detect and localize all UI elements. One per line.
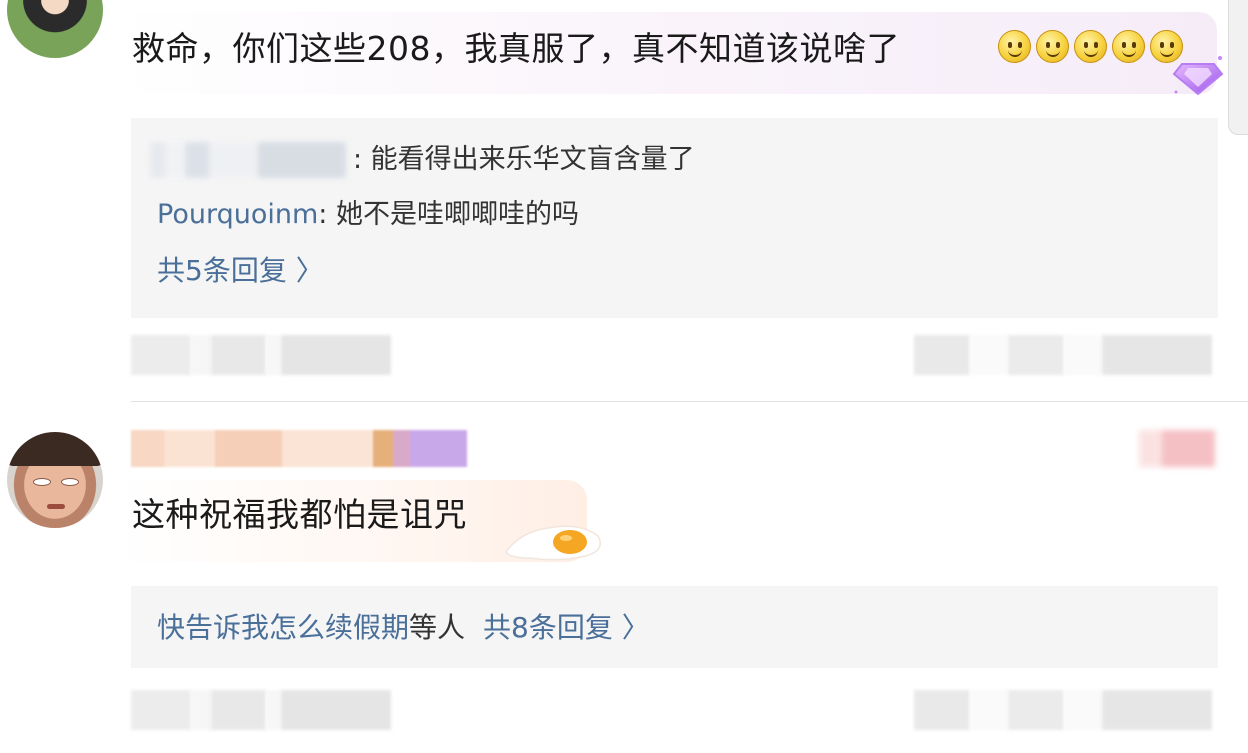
emoji-row — [998, 30, 1183, 63]
reply-item[interactable]: 快告诉我怎么续假期等人 共8条回复 〉 — [157, 614, 650, 642]
reply-text: : 她不是哇唧唧哇的吗 — [318, 199, 579, 230]
reply-text: : 能看得出来乐华文盲含量了 — [353, 144, 695, 175]
fried-egg-icon — [505, 525, 601, 561]
reply-item[interactable]: Pourquoinm: 她不是哇唧唧哇的吗 — [157, 201, 579, 228]
comment-meta-blurred — [131, 335, 391, 375]
smile-emoji — [1112, 30, 1145, 63]
comment-meta-blurred — [131, 690, 391, 730]
commenter-avatar[interactable] — [7, 0, 103, 58]
reply-username[interactable]: Pourquoinm — [157, 199, 318, 230]
smile-emoji — [998, 30, 1031, 63]
blurred-badge — [1139, 430, 1215, 467]
comment-text: 这种祝福我都怕是诅咒 — [132, 495, 467, 534]
reply-item[interactable]: : 能看得出来乐华文盲含量了 — [157, 146, 695, 173]
smile-emoji — [1036, 30, 1069, 63]
reply-text: 等人 — [409, 611, 466, 644]
blurred-username[interactable] — [131, 430, 467, 467]
comment-actions-blurred[interactable] — [914, 335, 1212, 375]
comment-actions-blurred[interactable] — [914, 690, 1212, 730]
comment-text: 救命，你们这些208，我真服了，真不知道该说啥了 — [132, 29, 900, 68]
view-more-replies-link[interactable]: 共8条回复 〉 — [483, 611, 650, 644]
smile-emoji — [1074, 30, 1107, 63]
scrollbar[interactable] — [1228, 0, 1248, 135]
comment-divider — [131, 401, 1248, 402]
reply-username[interactable]: 快告诉我怎么续假期 — [157, 611, 409, 644]
commenter-avatar[interactable] — [7, 432, 103, 528]
view-more-replies-link[interactable]: 共5条回复 〉 — [157, 257, 324, 285]
diamond-badge-icon — [1172, 56, 1224, 96]
